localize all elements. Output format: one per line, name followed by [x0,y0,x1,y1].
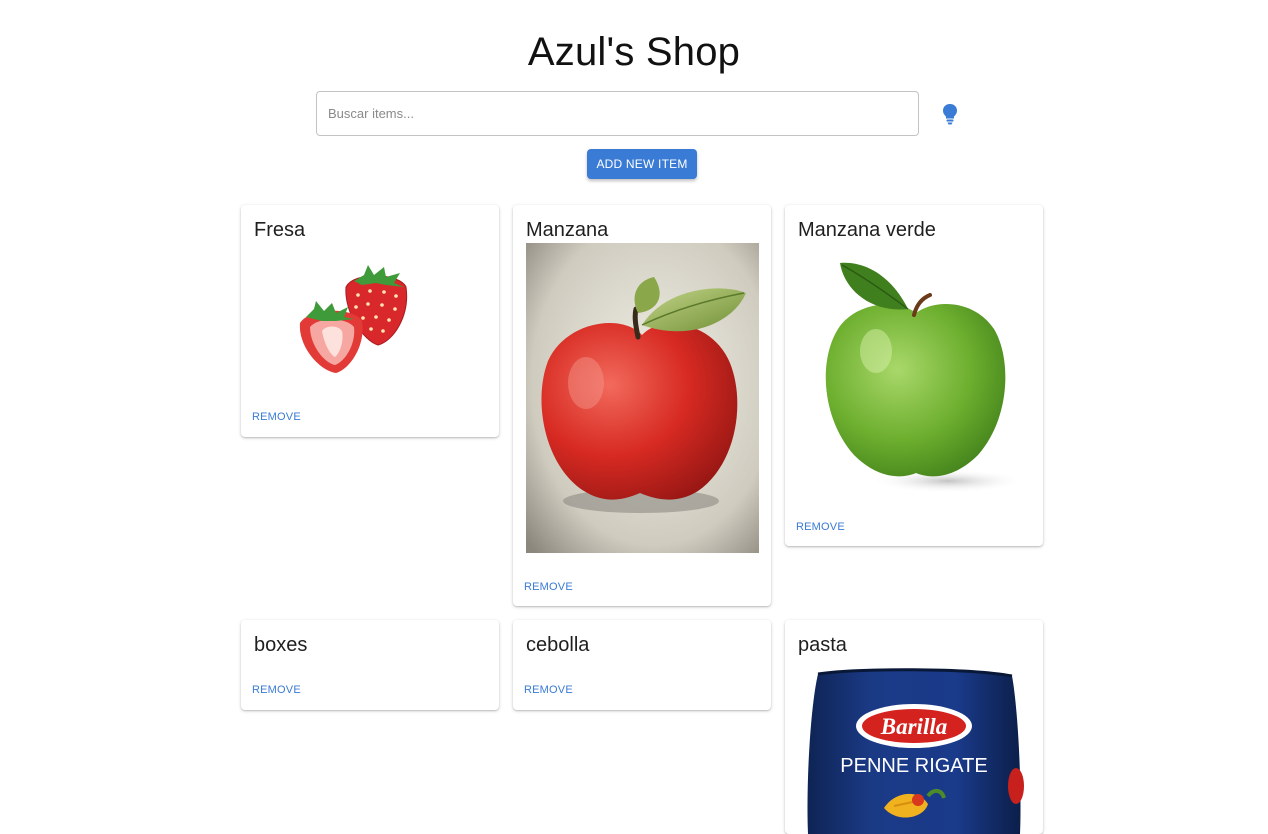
item-title: cebolla [526,634,590,656]
remove-button[interactable]: REMOVE [252,411,301,423]
remove-button[interactable]: REMOVE [524,684,573,696]
item-card-pasta: pasta Barilla PENNE RIGATE [785,620,1043,834]
remove-button[interactable]: REMOVE [796,521,845,533]
item-card-manzana: Manzana REMOVE [513,205,771,606]
remove-button[interactable]: REMOVE [252,684,301,696]
pasta-brand-text: Barilla [880,714,947,739]
item-title: Manzana [526,219,609,241]
remove-button[interactable]: REMOVE [524,581,573,593]
item-title: Manzana verde [798,219,936,241]
strawberry-image [254,243,487,393]
pasta-product-text: PENNE RIGATE [840,755,987,777]
item-title: pasta [798,634,847,656]
add-new-item-button[interactable]: ADD NEW ITEM [587,149,697,179]
item-card-cebolla: cebolla REMOVE [513,620,771,710]
item-title: boxes [254,634,308,656]
search-input[interactable] [316,91,919,136]
green-apple-image [798,243,1031,493]
red-apple-image [526,243,759,553]
pasta-package-image: Barilla PENNE RIGATE [798,668,1031,834]
shop-page: Azul's Shop ADD NEW ITEM Fresa [0,0,1268,834]
page-title: Azul's Shop [527,30,741,74]
item-card-fresa: Fresa REMOVE [241,205,499,437]
item-card-manzana-verde: Manzana verde REMOVE [785,205,1043,546]
item-card-boxes: boxes REMOVE [241,620,499,710]
item-title: Fresa [254,219,306,241]
lightbulb-icon[interactable] [940,102,960,126]
